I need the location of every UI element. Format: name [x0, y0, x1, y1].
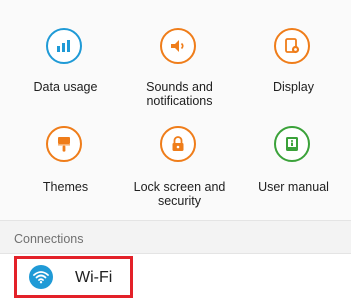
lock-icon	[160, 126, 196, 162]
sound-icon	[160, 28, 196, 64]
sounds-notifications-label: Sounds and notifications	[146, 80, 213, 108]
user-manual-icon	[274, 126, 310, 162]
data-usage-label: Data usage	[33, 80, 98, 94]
wifi-item[interactable]: Wi-Fi	[14, 256, 133, 298]
wifi-label: Wi-Fi	[75, 269, 113, 286]
themes-label: Themes	[42, 180, 89, 194]
connections-title: Connections	[14, 232, 84, 246]
lock-screen-security-label: Lock screen and security	[133, 180, 226, 208]
wifi-icon	[29, 265, 53, 289]
display-icon	[274, 28, 310, 64]
data-usage-icon	[46, 28, 82, 64]
settings-grid: Data usage Sounds and notifications Disp…	[0, 0, 351, 220]
user-manual-label: User manual	[258, 180, 329, 194]
paintbrush-icon	[46, 126, 82, 162]
display-label: Display	[273, 80, 314, 94]
